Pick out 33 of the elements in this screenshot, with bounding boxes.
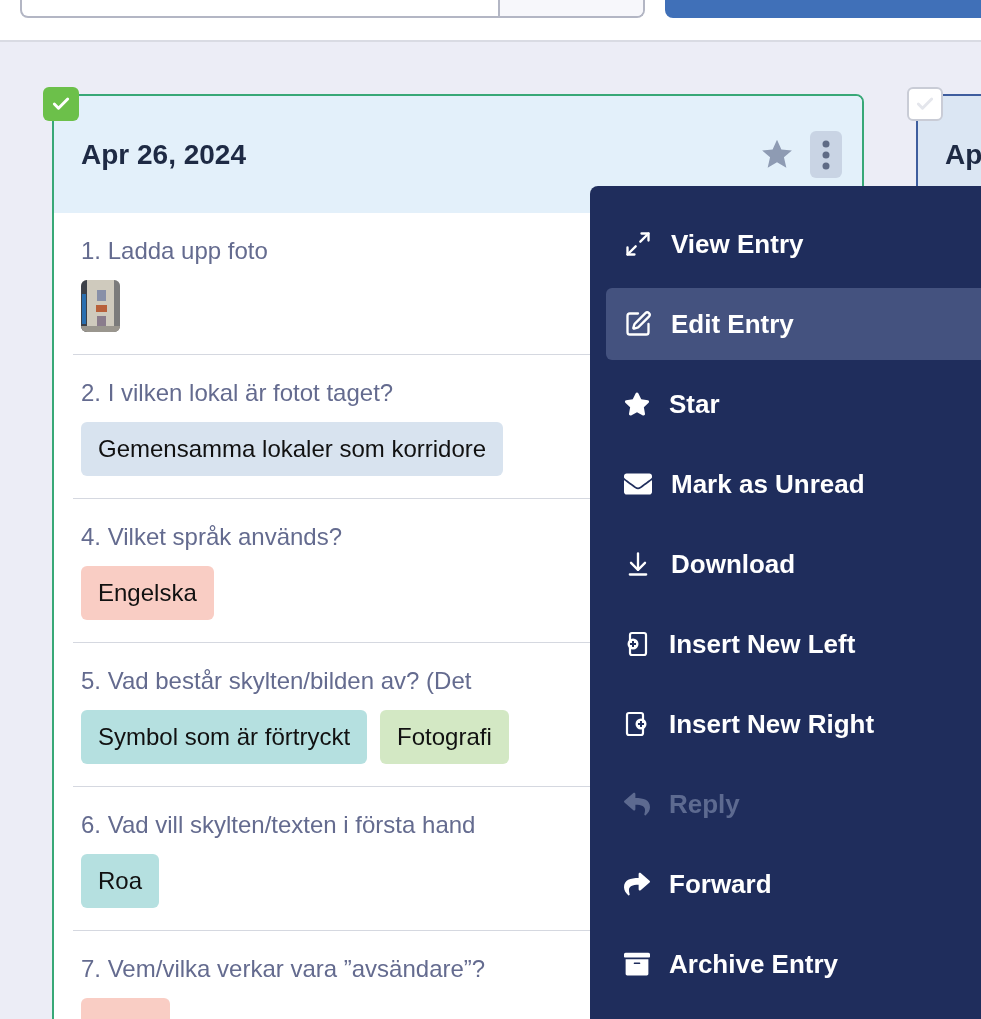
edit-icon <box>624 310 652 338</box>
input-field[interactable] <box>20 0 645 18</box>
expand-icon <box>624 230 652 258</box>
menu-item[interactable]: Mark as Unread <box>606 448 981 520</box>
select-checkbox[interactable] <box>43 87 79 121</box>
menu-item[interactable]: Download <box>606 528 981 600</box>
menu-item[interactable]: Insert New Left <box>606 608 981 680</box>
answer-tag: Engelska <box>81 566 214 620</box>
forward-icon <box>624 871 650 897</box>
archive-icon <box>624 951 650 977</box>
more-button[interactable] <box>810 131 842 178</box>
menu-item[interactable]: Edit Entry <box>606 288 981 360</box>
menu-item[interactable]: Star <box>606 368 981 440</box>
answer-tag: Gemensamma lokaler som korridore <box>81 422 504 476</box>
entry-date: Apr 26, 2024 <box>81 137 246 172</box>
kebab-icon <box>821 139 831 170</box>
answer-tag: Symbol som är förtryckt <box>81 710 368 764</box>
menu-item[interactable]: Forward <box>606 848 981 920</box>
menu-item[interactable]: Archive Entry <box>606 928 981 1000</box>
question-label: 6. Vad vill skylten/texten i första hand <box>81 810 476 840</box>
answer-tag: Roa <box>81 854 160 908</box>
select-checkbox[interactable] <box>907 87 943 121</box>
question-label: 1. Ladda upp foto <box>81 236 268 266</box>
star-icon <box>624 391 650 417</box>
question-label: 4. Vilket språk används? <box>81 522 343 552</box>
menu-item[interactable]: Insert New Right <box>606 688 981 760</box>
question-label: 2. I vilken lokal är fotot taget? <box>81 378 394 408</box>
question-label: 7. Vem/vilka verkar vara ”avsändare”? <box>81 954 486 984</box>
question-label: 5. Vad består skylten/bilden av? (Det <box>81 666 472 696</box>
answer-tag: Fotografi <box>380 710 509 764</box>
reply-icon <box>624 791 650 817</box>
menu-item[interactable]: View Entry <box>606 208 981 280</box>
entry-date: Ap <box>945 137 981 172</box>
